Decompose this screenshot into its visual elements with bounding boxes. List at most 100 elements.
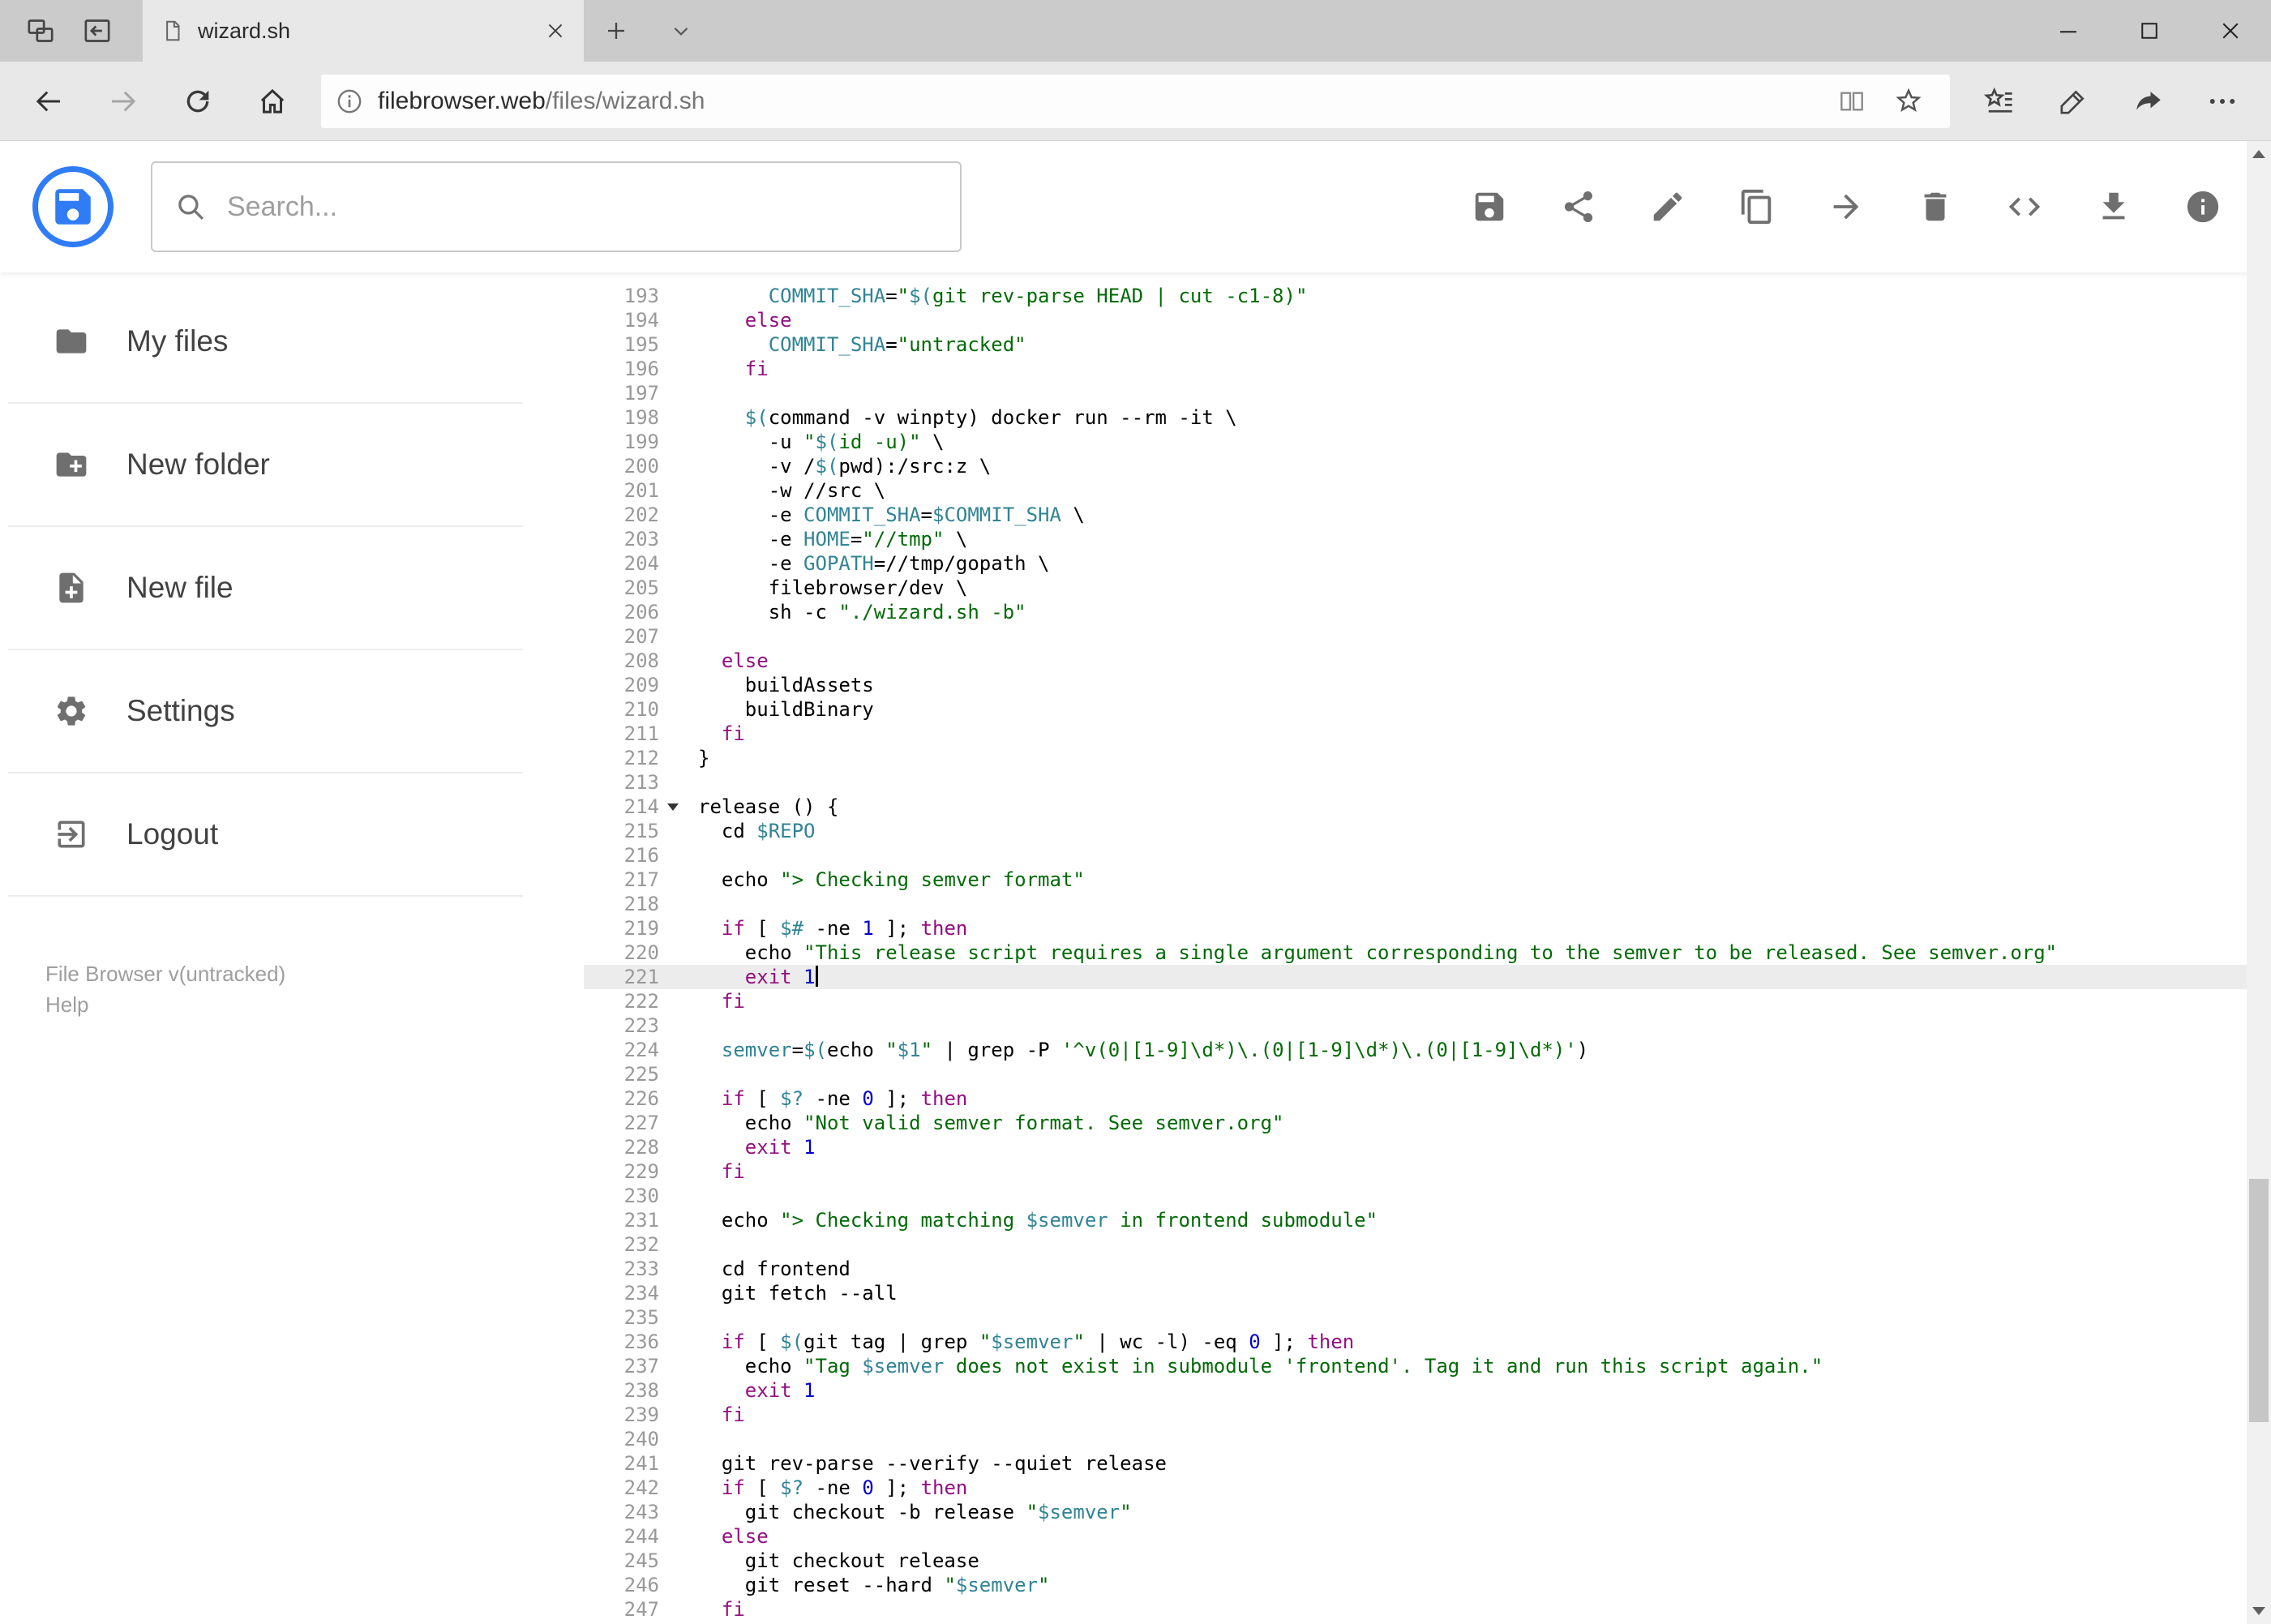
search-box[interactable] (151, 161, 962, 252)
back-button[interactable] (11, 67, 86, 135)
more-options-icon[interactable] (2185, 67, 2260, 135)
code-line[interactable]: 236 if [ $(git tag | grep "$semver" | wc… (584, 1330, 2271, 1354)
code-line[interactable]: 218 (584, 892, 2271, 916)
code-line[interactable]: 196 fi (584, 357, 2271, 381)
forward-button[interactable] (86, 67, 161, 135)
search-input[interactable] (225, 190, 939, 224)
save-button[interactable] (1470, 187, 1509, 226)
edit-button[interactable] (1648, 187, 1687, 226)
code-line[interactable]: 242 if [ $? -ne 0 ]; then (584, 1476, 2271, 1500)
refresh-button[interactable] (161, 67, 235, 135)
code-line[interactable]: 208 else (584, 649, 2271, 673)
home-button[interactable] (235, 67, 310, 135)
code-line[interactable]: 221 exit 1 (584, 965, 2271, 989)
code-line[interactable]: 206 sh -c "./wizard.sh -b" (584, 600, 2271, 624)
close-tab-icon[interactable] (545, 20, 566, 41)
code-line[interactable]: 197 (584, 381, 2271, 405)
tab-wizard-sh[interactable]: wizard.sh (143, 0, 584, 62)
code-line[interactable]: 238 exit 1 (584, 1378, 2271, 1403)
sidebar-item-settings[interactable]: Settings (8, 650, 523, 773)
code-line[interactable]: 223 (584, 1013, 2271, 1038)
code-line[interactable]: 228 exit 1 (584, 1135, 2271, 1159)
code-line[interactable]: 234 git fetch --all (584, 1281, 2271, 1305)
code-line[interactable]: 216 (584, 843, 2271, 868)
help-link[interactable]: Help (45, 989, 584, 1020)
fold-arrow-icon[interactable] (667, 803, 679, 811)
filebrowser-logo[interactable] (32, 166, 114, 247)
code-line[interactable]: 244 else (584, 1524, 2271, 1549)
code-line[interactable]: 243 git checkout -b release "$semver" (584, 1500, 2271, 1524)
code-line[interactable]: 237 echo "Tag $semver does not exist in … (584, 1354, 2271, 1378)
code-view-button[interactable] (2005, 187, 2044, 226)
code-line[interactable]: 245 git checkout release (584, 1549, 2271, 1573)
code-line[interactable]: 199 -u "$(id -u)" \ (584, 430, 2271, 454)
tab-list-dropdown[interactable] (649, 0, 713, 62)
site-info-icon[interactable] (334, 86, 365, 117)
code-line[interactable]: 226 if [ $? -ne 0 ]; then (584, 1086, 2271, 1111)
scrollbar-thumb[interactable] (2249, 1179, 2269, 1422)
scrollbar[interactable] (2247, 141, 2271, 1624)
maximize-button[interactable] (2109, 0, 2190, 62)
code-line[interactable]: 231 echo "> Checking matching $semver in… (584, 1208, 2271, 1232)
code-line[interactable]: 200 -v /$(pwd):/src:z \ (584, 454, 2271, 478)
sidebar-item-logout[interactable]: Logout (8, 773, 523, 897)
code-line[interactable]: 201 -w //src \ (584, 478, 2271, 503)
code-line[interactable]: 195 COMMIT_SHA="untracked" (584, 332, 2271, 357)
code-line[interactable]: 194 else (584, 308, 2271, 332)
sidebar-item-new-file[interactable]: New file (8, 527, 523, 650)
code-line[interactable]: 209 buildAssets (584, 673, 2271, 697)
code-line[interactable]: 205 filebrowser/dev \ (584, 576, 2271, 600)
code-line[interactable]: 203 -e HOME="//tmp" \ (584, 527, 2271, 551)
code-line[interactable]: 222 fi (584, 989, 2271, 1013)
sidebar-item-my-files[interactable]: My files (8, 281, 523, 404)
share-icon[interactable] (2110, 67, 2185, 135)
web-note-pen-icon[interactable] (2036, 67, 2110, 135)
set-tabs-aside-icon[interactable] (81, 15, 114, 47)
code-line[interactable]: 241 git rev-parse --verify --quiet relea… (584, 1451, 2271, 1476)
scroll-up-icon[interactable] (2247, 141, 2271, 167)
close-window-button[interactable] (2190, 0, 2271, 62)
code-line[interactable]: 235 (584, 1305, 2271, 1330)
code-line[interactable]: 217 echo "> Checking semver format" (584, 868, 2271, 892)
code-line[interactable]: 247 fi (584, 1597, 2271, 1622)
favorites-hub-icon[interactable] (1961, 67, 2036, 135)
code-line[interactable]: 246 git reset --hard "$semver" (584, 1573, 2271, 1597)
favorite-star-icon[interactable] (1880, 85, 1937, 118)
code-line[interactable]: 225 (584, 1062, 2271, 1086)
code-line[interactable]: 232 (584, 1232, 2271, 1257)
new-tab-button[interactable] (584, 0, 649, 62)
code-line[interactable]: 193 COMMIT_SHA="$(git rev-parse HEAD | c… (584, 284, 2271, 308)
code-line[interactable]: 214 release () { (584, 795, 2271, 819)
code-line[interactable]: 220 echo "This release script requires a… (584, 941, 2271, 965)
url-text[interactable]: filebrowser.web/files/wizard.sh (378, 88, 1823, 115)
code-line[interactable]: 213 (584, 770, 2271, 795)
code-line[interactable]: 233 cd frontend (584, 1257, 2271, 1281)
code-line[interactable]: 204 -e GOPATH=//tmp/gopath \ (584, 551, 2271, 576)
code-line[interactable]: 219 if [ $# -ne 1 ]; then (584, 916, 2271, 941)
reading-view-icon[interactable] (1823, 86, 1880, 117)
code-line[interactable]: 230 (584, 1184, 2271, 1208)
sidebar-item-new-folder[interactable]: New folder (8, 404, 523, 527)
code-line[interactable]: 240 (584, 1427, 2271, 1451)
move-button[interactable] (1827, 187, 1866, 226)
scroll-down-icon[interactable] (2247, 1598, 2271, 1624)
minimize-button[interactable] (2028, 0, 2109, 62)
delete-button[interactable] (1916, 187, 1955, 226)
share-file-button[interactable] (1559, 187, 1598, 226)
code-line[interactable]: 198 $(command -v winpty) docker run --rm… (584, 405, 2271, 430)
code-line[interactable]: 212} (584, 746, 2271, 770)
code-line[interactable]: 207 (584, 624, 2271, 649)
copy-button[interactable] (1738, 187, 1776, 226)
tabs-preview-icon[interactable] (24, 15, 57, 47)
code-line[interactable]: 215 cd $REPO (584, 819, 2271, 843)
address-bar[interactable]: filebrowser.web/files/wizard.sh (321, 74, 1950, 128)
download-button[interactable] (2094, 187, 2133, 226)
code-line[interactable]: 210 buildBinary (584, 697, 2271, 722)
code-line[interactable]: 224 semver=$(echo "$1" | grep -P '^v(0|[… (584, 1038, 2271, 1062)
info-button[interactable] (2183, 187, 2222, 226)
code-line[interactable]: 239 fi (584, 1403, 2271, 1427)
code-line[interactable]: 227 echo "Not valid semver format. See s… (584, 1111, 2271, 1135)
code-line[interactable]: 211 fi (584, 722, 2271, 746)
code-editor[interactable]: 193 COMMIT_SHA="$(git rev-parse HEAD | c… (584, 272, 2271, 1624)
code-line[interactable]: 229 fi (584, 1159, 2271, 1184)
